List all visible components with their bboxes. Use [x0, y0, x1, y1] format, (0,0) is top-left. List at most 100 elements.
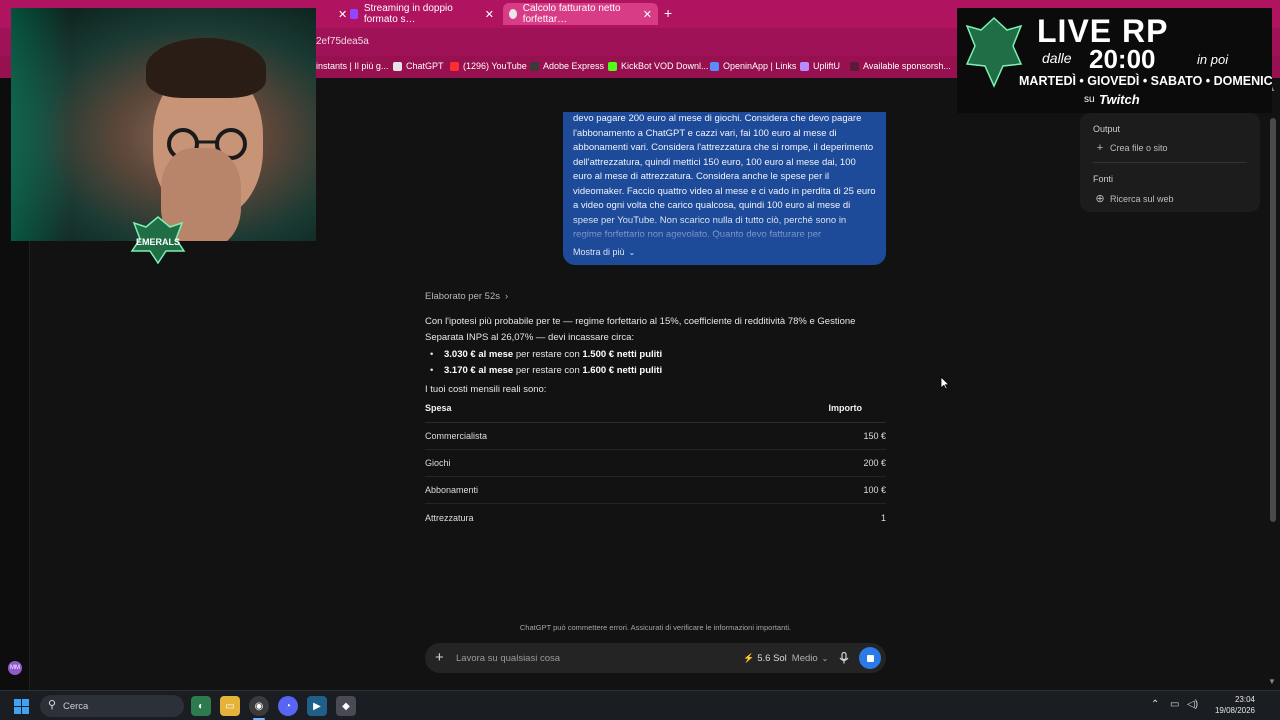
table-row: Abbonamenti 100 €	[425, 477, 886, 504]
amount-text: 3.170 € al mese	[444, 365, 514, 376]
app-icon[interactable]: ▶	[307, 696, 327, 716]
tools-panel: Output + Crea file o sito Fonti ⊕ Ricerc…	[1080, 113, 1260, 212]
table-row: Attrezzatura 1	[425, 504, 886, 531]
bookmark-label: (1296) YouTube	[463, 61, 527, 71]
in-poi-text: in poi	[1197, 52, 1229, 67]
chatgpt-icon	[509, 9, 517, 19]
tab-label: Calcolo fatturato netto forfettar…	[522, 3, 621, 25]
result-list: 3.030 € al mese per restare con 1.500 € …	[430, 347, 662, 379]
cell-importo: 200 €	[863, 458, 886, 468]
dragon-logo-icon	[965, 16, 1023, 88]
microphone-icon[interactable]	[837, 651, 851, 665]
bookmark-label: ChatGPT	[406, 61, 444, 71]
model-selector[interactable]: ⚡ 5.6 Sol Medio ⌄	[743, 653, 828, 664]
bookmark-item[interactable]: Available sponsorsh...	[850, 61, 951, 71]
show-more-button[interactable]: Mostra di più ⌄	[573, 247, 635, 257]
bookmark-item[interactable]: ChatGPT	[393, 61, 444, 71]
adobe-icon	[530, 61, 539, 71]
chevron-down-icon: ⌄	[821, 654, 829, 663]
kick-icon	[608, 61, 617, 71]
table-header: Spesa Importo	[425, 403, 886, 423]
mouse-cursor-icon	[940, 376, 950, 390]
streamer-hair	[146, 38, 266, 98]
scroll-down-icon[interactable]: ▼	[1268, 677, 1276, 686]
create-file-button[interactable]: + Crea file o sito	[1094, 142, 1168, 154]
scrollbar[interactable]	[1270, 118, 1276, 522]
web-search-button[interactable]: ⊕ Ricerca sul web	[1094, 192, 1174, 205]
widgets-icon[interactable]: ◐	[191, 696, 211, 716]
show-more-label: Mostra di più	[573, 247, 625, 257]
net-text: 1.500 € netti puliti	[582, 349, 663, 360]
web-search-label: Ricerca sul web	[1110, 193, 1174, 204]
bookmark-label: instants | Il più g...	[316, 61, 389, 71]
divider	[1093, 162, 1247, 163]
bookmark-label: OpeninApp | Links	[723, 61, 797, 71]
cell-spesa: Attrezzatura	[425, 512, 474, 523]
bookmark-item[interactable]: OpeninApp | Links	[710, 61, 796, 71]
bolt-icon: ⚡	[743, 653, 755, 663]
volume-icon[interactable]: ◁)	[1187, 699, 1198, 710]
chatgpt-icon	[393, 61, 402, 71]
composer[interactable]: + Lavora su qualsiasi cosa ⚡ 5.6 Sol Med…	[425, 643, 886, 673]
reasoning-toggle[interactable]: Elaborato per 52s ›	[425, 291, 508, 302]
bookmark-label: Adobe Express	[543, 61, 605, 71]
bookmark-label: KickBot VOD Downl...	[621, 61, 709, 71]
twitch-icon	[350, 9, 358, 19]
screen: ✕ Streaming in doppio formato s… ✕ Calco…	[0, 0, 1280, 720]
tab-calcolo[interactable]: Calcolo fatturato netto forfettar… ✕	[503, 3, 658, 25]
clock[interactable]: 23:04 19/08/2026	[1207, 694, 1255, 716]
bookmark-item[interactable]: (1296) YouTube	[450, 61, 527, 71]
costs-intro: I tuoi costi mensili reali sono:	[425, 384, 547, 395]
url-text[interactable]: 2ef75dea5a	[316, 36, 369, 47]
chevron-up-icon[interactable]: ⌃	[1151, 699, 1159, 710]
cell-spesa: Abbonamenti	[425, 485, 479, 495]
date-text: 19/08/2026	[1214, 706, 1255, 715]
bookmark-label: UpliftU	[813, 61, 841, 71]
list-text: per restare con	[513, 365, 583, 376]
chrome-icon[interactable]: ◉	[249, 696, 269, 716]
days-text: MARTEDÌ • GIOVEDÌ • SABATO • DOMENICA	[1019, 74, 1272, 88]
emerals-logo-icon: EMERALS	[130, 216, 186, 265]
effort-label: Medio	[791, 653, 818, 664]
avatar[interactable]: MM	[8, 661, 22, 675]
amount-text: 3.030 € al mese	[444, 349, 514, 360]
link-icon	[710, 61, 719, 71]
taskbar-search[interactable]: ⚲ Cerca	[40, 695, 184, 717]
tab-label: Streaming in doppio formato s…	[363, 3, 453, 25]
user-message-bubble: devo pagare 200 euro al mese di giochi. …	[563, 112, 886, 265]
close-icon[interactable]: ✕	[643, 8, 652, 21]
tab-streaming[interactable]: Streaming in doppio formato s… ✕	[344, 3, 500, 25]
list-item: 3.030 € al mese per restare con 1.500 € …	[430, 347, 662, 363]
su-text: su	[1084, 94, 1095, 105]
bubble-fade	[563, 217, 886, 247]
list-text: per restare con	[513, 349, 583, 360]
plus-icon[interactable]: +	[435, 649, 444, 666]
discord-icon[interactable]: ◔	[278, 696, 298, 716]
stop-button[interactable]	[859, 647, 881, 669]
file-explorer-icon[interactable]: ▭	[220, 696, 240, 716]
twitch-text: Twitch	[1099, 92, 1140, 107]
chevron-right-icon: ›	[505, 291, 509, 302]
disclaimer: ChatGPT può commettere errori. Assicurat…	[519, 623, 792, 632]
bookmark-item[interactable]: UpliftU	[800, 61, 840, 71]
cell-spesa: Giochi	[425, 458, 451, 468]
header-importo: Importo	[828, 403, 863, 413]
webcam-overlay	[11, 8, 316, 241]
dalle-text: dalle	[1042, 50, 1072, 66]
uplift-icon	[800, 61, 809, 71]
table-row: Commercialista 150 €	[425, 423, 886, 450]
bookmark-label: Available sponsorsh...	[863, 61, 951, 71]
new-tab-icon[interactable]: +	[664, 5, 672, 21]
network-icon[interactable]: ▭	[1170, 699, 1179, 710]
bookmark-item[interactable]: KickBot VOD Downl...	[608, 61, 709, 71]
search-label: Cerca	[63, 701, 89, 712]
windows-start-icon[interactable]	[14, 699, 29, 714]
bookmark-item[interactable]: instants | Il più g...	[316, 61, 388, 71]
youtube-icon	[450, 61, 459, 71]
globe-icon: ⊕	[1095, 193, 1105, 205]
davinci-icon[interactable]: ◆	[336, 696, 356, 716]
bookmark-item[interactable]: Adobe Express	[530, 61, 604, 71]
close-icon[interactable]: ✕	[485, 8, 494, 21]
prompt-input[interactable]: Lavora su qualsiasi cosa	[456, 653, 560, 664]
output-heading: Output	[1093, 124, 1121, 134]
